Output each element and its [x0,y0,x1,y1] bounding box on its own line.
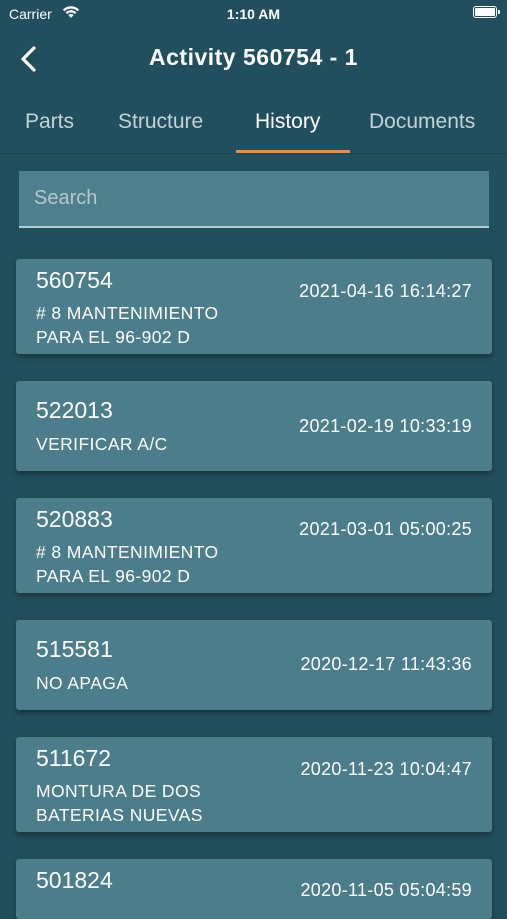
history-item-id: 520883 [36,506,113,532]
history-item[interactable]: 515581 NO APAGA 2020-12-17 11:43:36 [16,620,492,710]
history-item-description: # 8 MANTENIMIENTO PARA EL 96-902 D [36,303,219,347]
history-item-description: MONTURA DE DOS BATERIAS NUEVAS [36,781,203,825]
history-item[interactable]: 511672 MONTURA DE DOS BATERIAS NUEVAS 20… [16,737,492,832]
tabs-divider [0,153,507,154]
battery-icon [473,6,500,18]
history-item[interactable]: 522013 VERIFICAR A/C 2021-02-19 10:33:19 [16,381,492,471]
history-item-id: 511672 [36,745,112,771]
history-item-description: NO APAGA [36,673,129,693]
history-item[interactable]: 501824 2020-11-05 05:04:59 [16,859,492,919]
status-bar: Carrier 1:10 AM [0,0,507,28]
status-time: 1:10 AM [226,6,281,22]
nav-bar: Activity 560754 - 1 [0,28,507,92]
history-item-description: VERIFICAR A/C [36,434,168,454]
history-item-datetime: 2021-02-19 10:33:19 [299,416,472,436]
history-item-datetime: 2020-12-17 11:43:36 [300,654,472,674]
history-item-description: # 8 MANTENIMIENTO PARA EL 96-902 D [36,542,219,586]
history-item[interactable]: 560754 # 8 MANTENIMIENTO PARA EL 96-902 … [16,259,492,354]
tab-parts[interactable]: Parts [25,110,74,134]
tab-structure[interactable]: Structure [118,110,203,134]
history-item-id: 501824 [36,867,113,893]
history-item[interactable]: 520883 # 8 MANTENIMIENTO PARA EL 96-902 … [16,498,492,593]
search-input[interactable] [19,171,489,226]
history-item-id: 515581 [36,636,113,662]
history-item-datetime: 2020-11-05 05:04:59 [300,880,472,900]
history-item-datetime: 2021-04-16 16:14:27 [299,281,472,301]
history-item-id: 560754 [36,267,113,293]
history-item-datetime: 2021-03-01 05:00:25 [299,519,472,539]
tab-history[interactable]: History [255,110,320,134]
history-item-id: 522013 [36,397,113,423]
history-item-datetime: 2020-11-23 10:04:47 [300,759,472,779]
tab-bar: Parts Structure History Documents [0,96,507,154]
tab-documents[interactable]: Documents [369,110,475,134]
search-box [19,171,489,228]
page-title: Activity 560754 - 1 [149,44,358,70]
